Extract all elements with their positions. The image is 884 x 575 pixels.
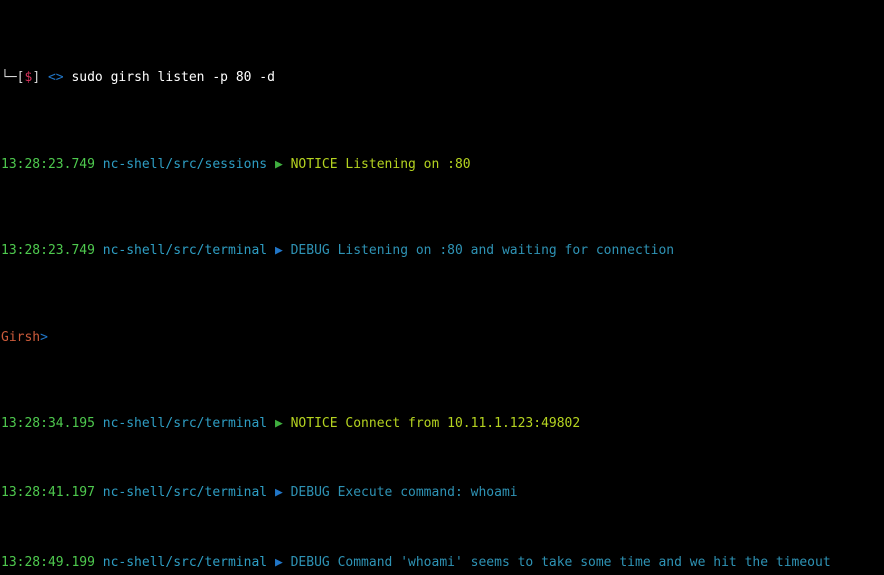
log-message: Listening on :80 and waiting for connect… — [337, 243, 675, 259]
shell-prompt-line: └─[$] <> sudo girsh listen -p 80 -d — [0, 69, 884, 86]
log-module: nc-shell/src/terminal — [102, 243, 268, 259]
log-line: 13:28:49.199 nc-shell/src/terminal ▶ DEB… — [0, 554, 884, 571]
girsh-prompt-label: Girsh — [1, 329, 41, 345]
log-arrow-icon: ▶ — [274, 156, 283, 172]
log-module: nc-shell/src/terminal — [102, 485, 268, 501]
girsh-prompt-chevron-icon: > — [40, 329, 48, 345]
log-arrow-icon: ▶ — [274, 243, 283, 259]
log-timestamp: 13:28:23.749 — [1, 243, 95, 259]
log-level: NOTICE — [290, 156, 338, 172]
log-level: NOTICE — [290, 416, 338, 432]
log-message: Connect from 10.11.1.123:49802 — [345, 416, 581, 432]
log-message: Listening on :80 — [345, 156, 471, 172]
log-level: DEBUG — [290, 554, 330, 570]
log-level: DEBUG — [290, 485, 330, 501]
log-module: nc-shell/src/sessions — [102, 156, 268, 172]
log-timestamp: 13:28:34.195 — [1, 416, 95, 432]
log-arrow-icon: ▶ — [274, 554, 283, 570]
log-timestamp: 13:28:23.749 — [1, 156, 95, 172]
log-message: Command 'whoami' seems to take some time… — [337, 554, 831, 570]
prompt-branch-glyph: └─ — [1, 70, 17, 86]
log-line: 13:28:23.749 nc-shell/src/sessions ▶ NOT… — [0, 156, 884, 173]
log-timestamp: 13:28:41.197 — [1, 485, 95, 501]
log-timestamp: 13:28:49.199 — [1, 554, 95, 570]
log-arrow-icon: ▶ — [274, 416, 283, 432]
prompt-chevrons-icon: <> — [47, 70, 64, 86]
log-line: 13:28:23.749 nc-shell/src/terminal ▶ DEB… — [0, 242, 884, 259]
log-line: 13:28:34.195 nc-shell/src/terminal ▶ NOT… — [0, 415, 884, 432]
log-arrow-icon: ▶ — [274, 485, 283, 501]
log-level: DEBUG — [290, 243, 330, 259]
terminal-window[interactable]: └─[$] <> sudo girsh listen -p 80 -d 13:2… — [0, 0, 884, 575]
log-module: nc-shell/src/terminal — [102, 416, 268, 432]
girsh-prompt-line[interactable]: Girsh> — [0, 329, 884, 346]
log-message: Execute command: whoami — [337, 485, 518, 501]
prompt-bracket-close: ] — [32, 70, 41, 86]
log-module: nc-shell/src/terminal — [102, 554, 268, 570]
log-line: 13:28:41.197 nc-shell/src/terminal ▶ DEB… — [0, 484, 884, 501]
shell-command: sudo girsh listen -p 80 -d — [71, 70, 275, 86]
